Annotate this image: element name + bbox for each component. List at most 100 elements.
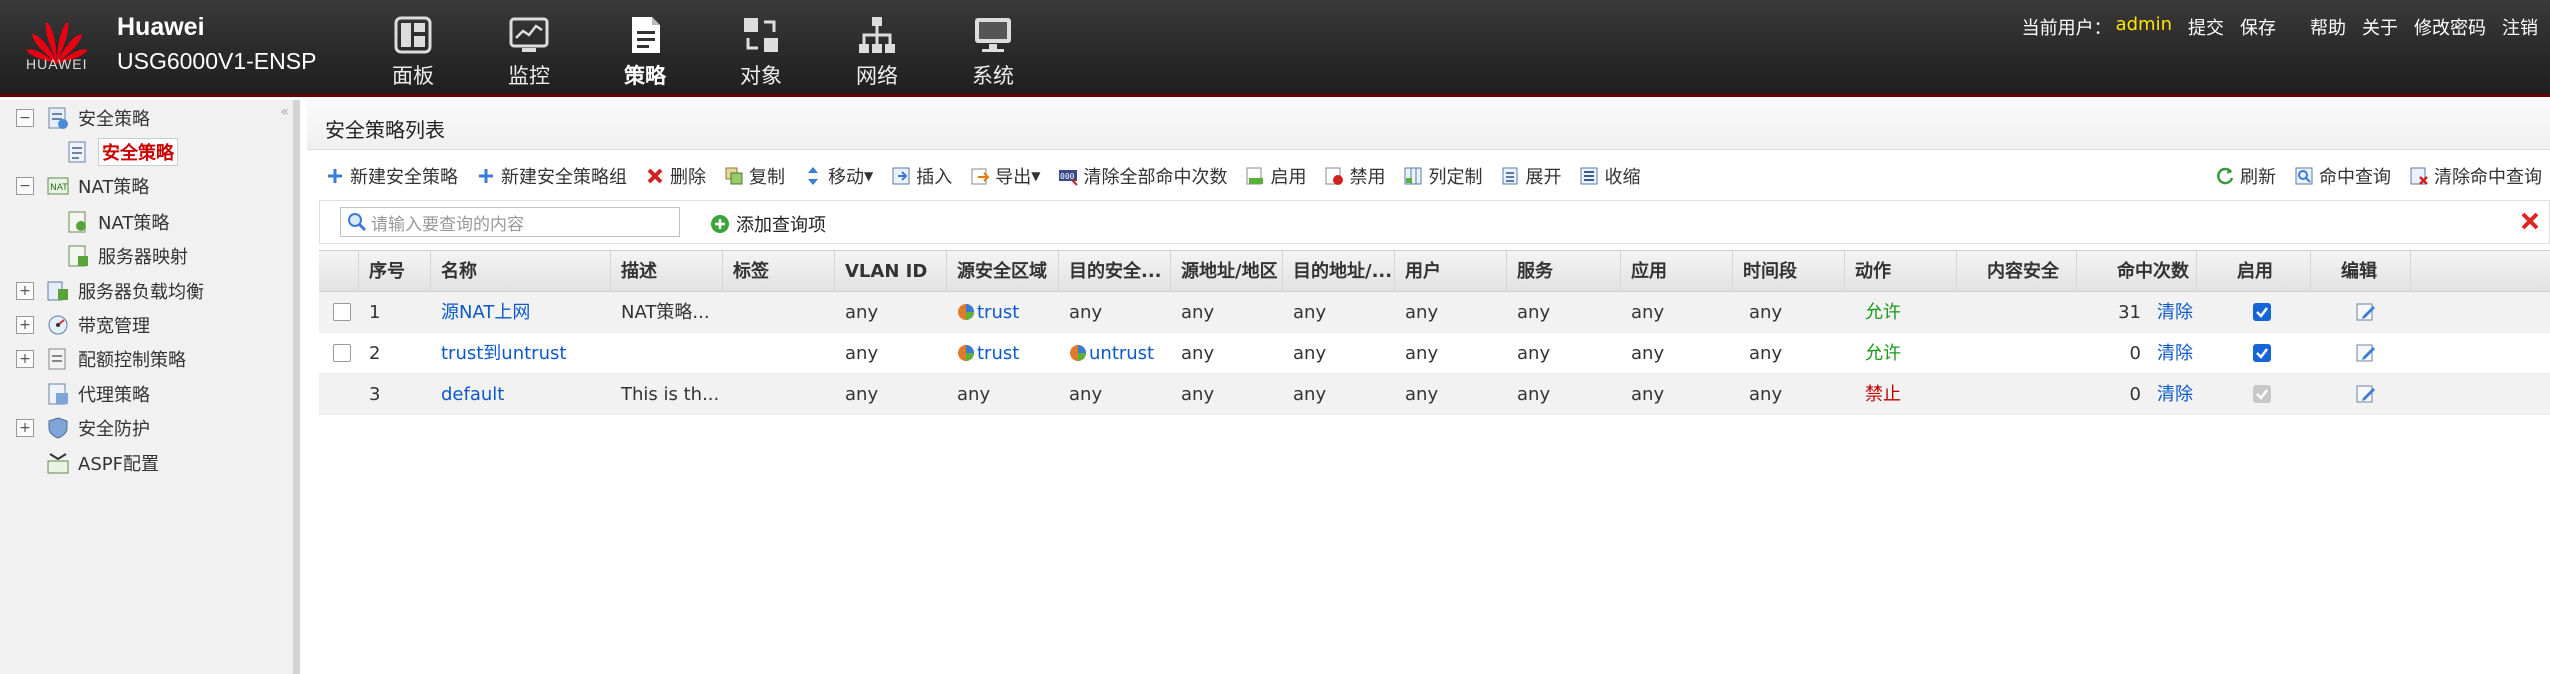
sidebar-item-security-policy[interactable]: 安全策略 bbox=[66, 136, 178, 168]
column-action[interactable]: 动作 bbox=[1845, 251, 1957, 293]
enable-checkbox[interactable] bbox=[2253, 344, 2271, 362]
column-vlan[interactable]: VLAN ID bbox=[835, 251, 947, 293]
enable-checkbox[interactable] bbox=[2253, 303, 2271, 321]
delete-button[interactable]: 删除 bbox=[645, 163, 706, 189]
clear-hits-link[interactable]: 清除 bbox=[2147, 374, 2207, 415]
enable-icon bbox=[1246, 167, 1264, 185]
sidebar-item-nat-policy[interactable]: NAT策略 bbox=[66, 206, 169, 238]
column-custom-button[interactable]: 列定制 bbox=[1403, 163, 1482, 189]
network-icon bbox=[859, 17, 895, 53]
toolbar-label: 清除全部命中次数 bbox=[1083, 167, 1228, 188]
svg-text:NAT: NAT bbox=[50, 183, 68, 193]
nav-network[interactable]: 网络 bbox=[819, 14, 935, 90]
new-policy-group-button[interactable]: 新建安全策略组 bbox=[476, 163, 627, 189]
row-checkbox[interactable] bbox=[333, 303, 351, 321]
cell-name-link[interactable]: 源NAT上网 bbox=[431, 292, 611, 333]
device-model: USG6000V1-ENSP bbox=[117, 48, 317, 74]
column-dst-zone[interactable]: 目的安全... bbox=[1059, 251, 1171, 293]
zone-link[interactable]: untrust bbox=[1089, 343, 1154, 364]
sidebar-collapse-icon[interactable]: « bbox=[280, 104, 289, 120]
sidebar-item-security-policy-group[interactable]: − 安全策略 bbox=[16, 102, 150, 134]
column-enable[interactable]: 启用 bbox=[2197, 251, 2311, 293]
column-dst-addr[interactable]: 目的地址/... bbox=[1283, 251, 1395, 293]
sidebar-item-server-lb[interactable]: + 服务器负载均衡 bbox=[16, 275, 204, 307]
column-app[interactable]: 应用 bbox=[1621, 251, 1733, 293]
cell-name-link[interactable]: default bbox=[431, 374, 611, 415]
edit-icon[interactable] bbox=[2355, 301, 2377, 323]
logout-link[interactable]: 注销 bbox=[2502, 14, 2538, 40]
cell-src-zone: any bbox=[957, 384, 991, 405]
clear-all-hits-button[interactable]: 000 清除全部命中次数 bbox=[1058, 163, 1227, 189]
cell-name-link[interactable]: trust到untrust bbox=[431, 333, 611, 374]
edit-icon[interactable] bbox=[2355, 383, 2377, 405]
row-checkbox[interactable] bbox=[333, 344, 351, 362]
column-src-zone[interactable]: 源安全区域 bbox=[947, 251, 1059, 293]
nav-label: 面板 bbox=[392, 64, 434, 88]
sidebar-item-bandwidth[interactable]: + 带宽管理 bbox=[16, 309, 150, 341]
hit-query-button[interactable]: 命中查询 bbox=[2294, 163, 2391, 189]
sidebar-item-nat-policy-group[interactable]: − NAT NAT策略 bbox=[16, 170, 149, 202]
clear-hits-link[interactable]: 清除 bbox=[2147, 292, 2207, 333]
sidebar-item-server-mapping[interactable]: 服务器映射 bbox=[66, 240, 188, 272]
change-password-link[interactable]: 修改密码 bbox=[2414, 14, 2486, 40]
toolbar: 新建安全策略 新建安全策略组 删除 复制 移动 ▼ 插入 导出 ▼ 000 清除全部命… bbox=[307, 158, 2550, 194]
nav-system[interactable]: 系统 bbox=[935, 14, 1051, 90]
collapse-icon[interactable]: − bbox=[16, 177, 34, 195]
expand-icon[interactable]: + bbox=[16, 350, 34, 368]
sidebar-item-quota[interactable]: + 配额控制策略 bbox=[16, 343, 186, 375]
toolbar-label: 命中查询 bbox=[2319, 167, 2391, 188]
commit-link[interactable]: 提交 bbox=[2188, 14, 2224, 40]
sidebar-item-security-protection[interactable]: + 安全防护 bbox=[16, 412, 150, 444]
column-no[interactable]: 序号 bbox=[359, 251, 431, 293]
save-link[interactable]: 保存 bbox=[2240, 14, 2276, 40]
enable-button[interactable]: 启用 bbox=[1245, 163, 1306, 189]
export-button[interactable]: 导出 ▼ bbox=[970, 163, 1040, 189]
sidebar-item-aspf[interactable]: ASPF配置 bbox=[46, 447, 159, 479]
table-row[interactable]: 3 default This is th... any any any any … bbox=[319, 374, 2550, 415]
help-link[interactable]: 帮助 bbox=[2310, 14, 2346, 40]
column-hits[interactable]: 命中次数 bbox=[2077, 251, 2197, 293]
expand-icon[interactable]: + bbox=[16, 316, 34, 334]
collapse-icon[interactable]: − bbox=[16, 109, 34, 127]
column-service[interactable]: 服务 bbox=[1507, 251, 1621, 293]
refresh-button[interactable]: 刷新 bbox=[2215, 163, 2276, 189]
new-policy-button[interactable]: 新建安全策略 bbox=[325, 163, 458, 189]
add-query-item-button[interactable]: 添加查询项 bbox=[710, 211, 826, 237]
expand-icon[interactable]: + bbox=[16, 282, 34, 300]
column-user[interactable]: 用户 bbox=[1395, 251, 1507, 293]
column-select[interactable] bbox=[319, 251, 359, 293]
column-time[interactable]: 时间段 bbox=[1733, 251, 1845, 293]
zone-link[interactable]: trust bbox=[977, 302, 1019, 323]
clear-hits-link[interactable]: 清除 bbox=[2147, 333, 2207, 374]
expand-all-button[interactable]: 展开 bbox=[1500, 163, 1561, 189]
search-input[interactable]: 请输入要查询的内容 bbox=[340, 207, 680, 237]
nav-dashboard[interactable]: 面板 bbox=[355, 14, 471, 90]
nav-policy[interactable]: 策略 bbox=[587, 14, 703, 90]
column-desc[interactable]: 描述 bbox=[611, 251, 723, 293]
zone-link[interactable]: trust bbox=[977, 343, 1019, 364]
nav-object[interactable]: 对象 bbox=[703, 14, 819, 90]
column-content-security[interactable]: 内容安全 bbox=[1957, 251, 2077, 293]
table-row[interactable]: 2 trust到untrust any trust untrust any an… bbox=[319, 333, 2550, 374]
column-edit[interactable]: 编辑 bbox=[2311, 251, 2411, 293]
disable-button[interactable]: 禁用 bbox=[1324, 163, 1385, 189]
column-src-addr[interactable]: 源地址/地区 bbox=[1171, 251, 1283, 293]
insert-button[interactable]: 插入 bbox=[891, 163, 952, 189]
edit-icon[interactable] bbox=[2355, 342, 2377, 364]
device-brand: Huawei USG6000V1-ENSP bbox=[117, 12, 316, 76]
expand-icon[interactable]: + bbox=[16, 419, 34, 437]
clear-hit-query-button[interactable]: 清除命中查询 bbox=[2409, 163, 2542, 189]
nav-monitor[interactable]: 监控 bbox=[471, 14, 587, 90]
cell-content-security bbox=[1957, 374, 2077, 415]
move-button[interactable]: 移动 ▼ bbox=[803, 163, 873, 189]
close-query-icon[interactable] bbox=[2519, 210, 2541, 232]
column-name[interactable]: 名称 bbox=[431, 251, 611, 293]
column-tag[interactable]: 标签 bbox=[723, 251, 835, 293]
collapse-all-button[interactable]: 收缩 bbox=[1579, 163, 1640, 189]
sidebar-item-proxy-policy[interactable]: 代理策略 bbox=[46, 378, 150, 410]
table-row[interactable]: 1 源NAT上网 NAT策略... any trust any any any … bbox=[319, 292, 2550, 333]
about-link[interactable]: 关于 bbox=[2362, 14, 2398, 40]
copy-button[interactable]: 复制 bbox=[724, 163, 785, 189]
policy-table: 序号 名称 描述 标签 VLAN ID 源安全区域 目的安全... 源地址/地区… bbox=[319, 250, 2550, 415]
sidebar: « − 安全策略 安全策略 − NAT NAT策略 NAT策略 服务器映射 + … bbox=[0, 100, 300, 674]
